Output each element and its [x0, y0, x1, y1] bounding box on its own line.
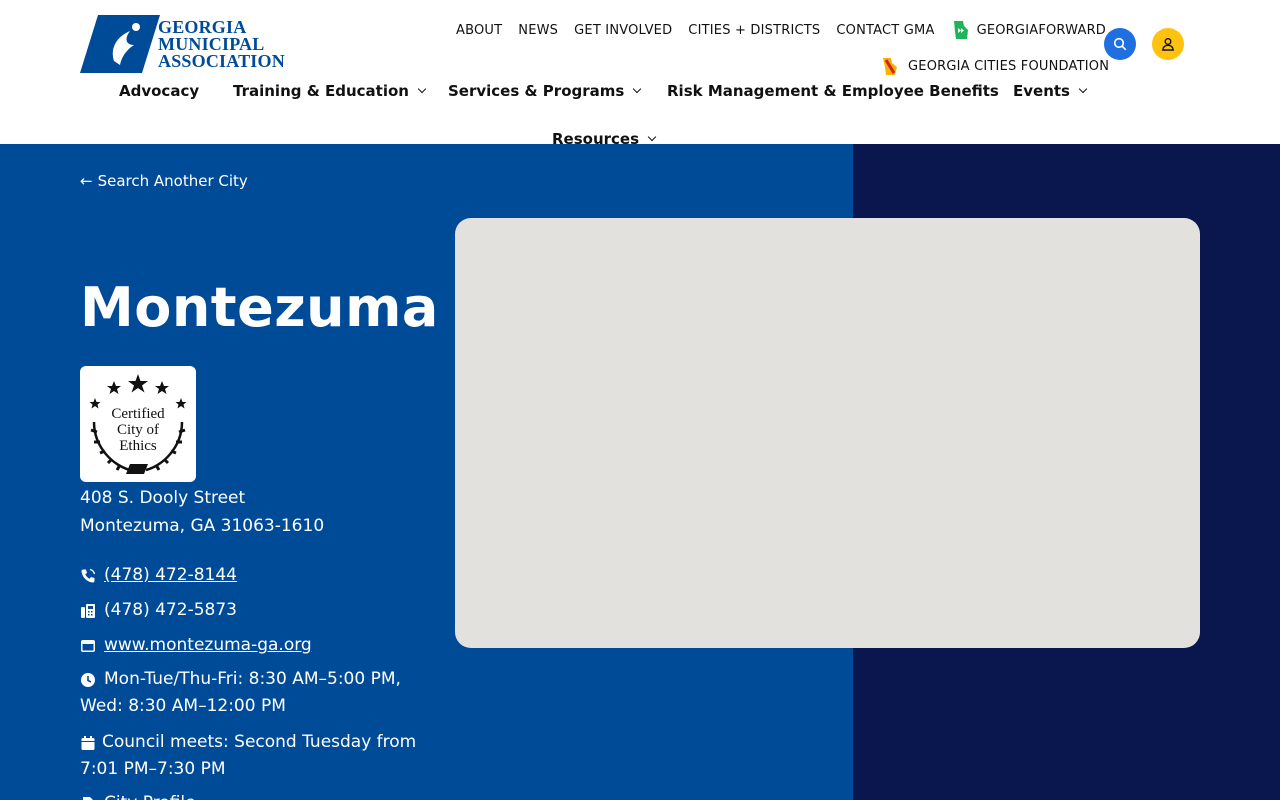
utility-nav: ABOUT NEWS GET INVOLVED CITIES + DISTRIC… — [456, 18, 1106, 42]
nav-cities-districts-link[interactable]: CITIES + DISTRICTS — [688, 23, 820, 38]
nav-events-label: Events — [1013, 82, 1070, 100]
chevron-down-icon — [1078, 84, 1088, 94]
gma-logo[interactable]: GEORGIA MUNICIPAL ASSOCIATION — [80, 15, 285, 73]
website-link[interactable]: www.montezuma-ga.org — [104, 632, 312, 659]
account-button[interactable] — [1152, 28, 1184, 60]
nav-resources-label: Resources — [552, 130, 640, 148]
nav-advocacy[interactable]: Advocacy — [119, 82, 199, 100]
nav-news-link[interactable]: NEWS — [518, 23, 558, 38]
nav-services-label: Services & Programs — [448, 82, 625, 100]
search-button[interactable] — [1104, 28, 1136, 60]
contact-council-meetings: Council meets: Second Tuesday from 7:01 … — [80, 729, 416, 783]
gma-logo-mark — [80, 15, 160, 73]
georgia-forward-link[interactable]: GEORGIAFORWARD — [951, 20, 1106, 40]
seal-text-certified: Certified — [111, 406, 165, 422]
council-meetings-line-1: Council meets: Second Tuesday from — [102, 732, 417, 752]
chevron-down-icon — [633, 84, 642, 94]
contact-website: www.montezuma-ga.org — [80, 632, 312, 659]
nav-training-label: Training & Education — [233, 82, 409, 100]
office-hours-line-2: Wed: 8:30 AM–12:00 PM — [80, 696, 286, 716]
georgia-cities-foundation-icon — [883, 58, 897, 75]
gma-logo-text: GEORGIA MUNICIPAL ASSOCIATION — [158, 18, 285, 71]
seal-text-city-of: City of — [117, 422, 159, 438]
seal-text-ethics: Ethics — [119, 438, 157, 454]
browser-window-icon — [81, 639, 95, 652]
georgia-cities-foundation-label: GEORGIA CITIES FOUNDATION — [908, 58, 1110, 74]
clock-icon — [81, 672, 95, 687]
nav-training-education[interactable]: Training & Education — [233, 82, 427, 100]
document-icon — [83, 796, 94, 800]
site-header: GEORGIA MUNICIPAL ASSOCIATION ABOUT NEWS… — [0, 0, 1280, 144]
nav-contact-link[interactable]: CONTACT GMA — [836, 23, 934, 38]
nav-get-involved-link[interactable]: GET INVOLVED — [574, 23, 672, 38]
search-another-city-link[interactable]: ← Search Another City — [80, 172, 248, 190]
back-link-label: Search Another City — [97, 172, 248, 190]
address-street: 408 S. Dooly Street — [80, 488, 246, 508]
user-icon — [1162, 38, 1174, 51]
georgia-cities-foundation-link[interactable]: GEORGIA CITIES FOUNDATION — [880, 56, 1109, 76]
fax-number: (478) 472-5873 — [104, 600, 237, 620]
search-icon — [1113, 37, 1127, 51]
fax-icon — [81, 603, 95, 618]
nav-events[interactable]: Events — [1013, 82, 1088, 100]
chevron-down-icon — [647, 132, 657, 142]
council-meetings-line-2: 7:01 PM–7:30 PM — [80, 759, 226, 779]
address-city-state-zip: Montezuma, GA 31063-1610 — [80, 516, 325, 536]
logo-line-3: ASSOCIATION — [158, 51, 285, 71]
city-name: Montezuma — [80, 276, 439, 339]
contact-fax: (478) 472-5873 — [80, 597, 237, 624]
office-hours-line-1: Mon-Tue/Thu-Fri: 8:30 AM–5:00 PM, — [104, 669, 401, 689]
nav-services-programs[interactable]: Services & Programs — [448, 82, 642, 100]
nav-risk-label: Risk Management & Employee Benefits — [667, 82, 999, 100]
certified-city-of-ethics-seal: Certified City of Ethics — [80, 366, 196, 482]
city-address: 408 S. Dooly Street Montezuma, GA 31063-… — [80, 484, 324, 540]
city-profile-link[interactable]: City Profile — [104, 790, 196, 800]
georgia-forward-icon — [953, 21, 968, 39]
phone-icon — [81, 568, 96, 582]
nav-about-link[interactable]: ABOUT — [456, 23, 502, 38]
contact-city-profile: City Profile — [80, 790, 196, 800]
nav-risk-management[interactable]: Risk Management & Employee Benefits — [667, 82, 999, 100]
phone-link[interactable]: (478) 472-8144 — [104, 562, 237, 589]
city-map[interactable] — [455, 218, 1200, 648]
calendar-icon — [81, 735, 95, 750]
chevron-down-icon — [417, 84, 427, 94]
arrow-left-icon: ← — [80, 172, 93, 190]
contact-phone: (478) 472-8144 — [80, 562, 237, 589]
contact-hours: Mon-Tue/Thu-Fri: 8:30 AM–5:00 PM, Wed: 8… — [80, 666, 401, 720]
certified-city-of-ethics-badge: Certified City of Ethics — [89, 374, 187, 474]
nav-resources[interactable]: Resources — [552, 130, 657, 148]
georgia-forward-label: GEORGIAFORWARD — [976, 22, 1107, 38]
nav-advocacy-label: Advocacy — [119, 82, 200, 100]
